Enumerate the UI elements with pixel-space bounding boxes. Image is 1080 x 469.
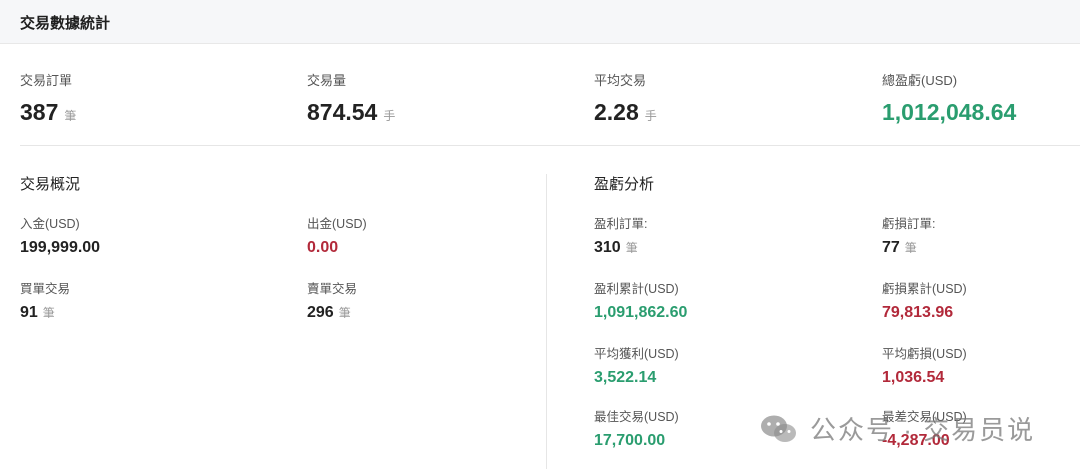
profit-total-value: 1,091,862.60 [594,304,688,321]
deposit-label: 入金(USD) [20,217,80,231]
panel-header: 交易數據統計 [0,0,1080,44]
stat-value: 874.54 [307,99,378,125]
profit-orders-item: 盈利訂單: 310 筆 [594,213,647,257]
page-title: 交易數據統計 [20,15,111,32]
buy-unit: 筆 [42,306,55,320]
stat-unit: 手 [383,109,396,123]
loss-total-label: 虧損累計(USD) [882,282,967,296]
sell-item: 賣單交易 296 筆 [307,278,357,322]
avg-loss-value: 1,036.54 [882,369,945,386]
stat-unit: 筆 [64,109,77,123]
loss-orders-unit: 筆 [904,241,917,255]
loss-total-item: 虧損累計(USD) 79,813.96 [882,278,967,322]
loss-total-value: 79,813.96 [882,304,954,321]
loss-orders-label: 虧損訂單: [882,217,936,231]
buy-label: 買單交易 [20,282,71,296]
watermark-text: 公众号 · 交易员说 [810,415,1036,445]
section-title-overview: 交易概況 [20,176,81,193]
deposit-item: 入金(USD) 199,999.00 [20,213,100,257]
buy-item: 買單交易 91 筆 [20,278,70,322]
stat-value: 387 [20,99,59,125]
divider [20,145,1080,146]
avg-profit-value: 3,522.14 [594,369,657,386]
loss-orders-value: 77 [882,239,900,256]
best-trade-label: 最佳交易(USD) [594,410,679,424]
profit-total-item: 盈利累計(USD) 1,091,862.60 [594,278,687,322]
section-title-pnl: 盈虧分析 [594,176,655,193]
wechat-icon [761,415,796,442]
stat-value: 1,012,048.64 [882,99,1017,125]
divider [546,174,547,469]
avg-loss-item: 平均虧損(USD) 1,036.54 [882,343,967,387]
loss-orders-item: 虧損訂單: 77 筆 [882,213,935,257]
stat-value: 2.28 [594,99,639,125]
withdraw-item: 出金(USD) 0.00 [307,213,367,257]
profit-total-label: 盈利累計(USD) [594,282,679,296]
sell-label: 賣單交易 [307,282,358,296]
withdraw-value: 0.00 [307,239,339,256]
stat-label: 交易訂單 [20,73,73,88]
stat-volume: 交易量 874.54 手 [307,70,395,126]
profit-orders-unit: 筆 [625,241,638,255]
best-trade-item: 最佳交易(USD) 17,700.00 [594,406,679,450]
avg-profit-item: 平均獲利(USD) 3,522.14 [594,343,679,387]
profit-orders-value: 310 [594,239,621,256]
stat-total-pnl: 總盈虧(USD) 1,012,048.64 [882,70,1016,126]
best-trade-value: 17,700.00 [594,432,666,449]
stat-orders: 交易訂單 387 筆 [20,70,76,126]
avg-profit-label: 平均獲利(USD) [594,347,679,361]
profit-orders-label: 盈利訂單: [594,217,648,231]
avg-loss-label: 平均虧損(USD) [882,347,967,361]
stat-label: 平均交易 [594,73,647,88]
sell-unit: 筆 [338,306,351,320]
stat-average: 平均交易 2.28 手 [594,70,657,126]
stat-label: 交易量 [307,73,347,88]
stat-unit: 手 [644,109,657,123]
buy-value: 91 [20,304,38,321]
stat-label: 總盈虧(USD) [882,73,958,88]
deposit-value: 199,999.00 [20,239,101,256]
withdraw-label: 出金(USD) [307,217,367,231]
sell-value: 296 [307,304,334,321]
watermark: 公众号 · 交易员说 [760,410,1035,447]
